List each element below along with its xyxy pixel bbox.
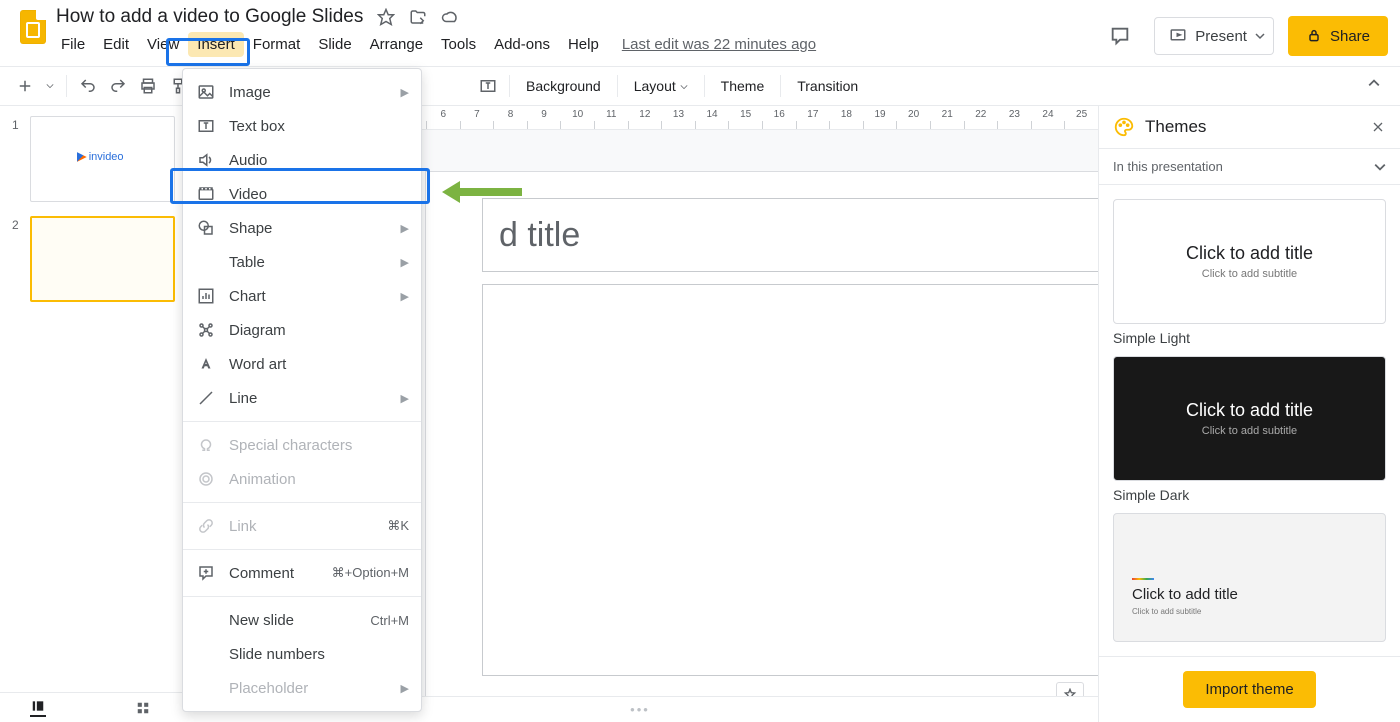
theme-card-simple-dark[interactable]: Click to add title Click to add subtitle	[1113, 356, 1386, 481]
share-label: Share	[1330, 28, 1370, 45]
insert-link: Link ⌘K	[183, 509, 421, 543]
chart-icon	[197, 287, 215, 305]
redo-button[interactable]	[103, 73, 133, 99]
insert-slide-numbers[interactable]: Slide numbers	[183, 637, 421, 671]
last-edit-link[interactable]: Last edit was 22 minutes ago	[622, 36, 816, 53]
menu-tools[interactable]: Tools	[432, 32, 485, 57]
themes-panel: Themes In this presentation Click to add…	[1098, 106, 1400, 722]
move-to-folder-icon[interactable]	[409, 8, 427, 26]
open-comments-icon[interactable]	[1100, 18, 1140, 54]
new-slide-button[interactable]	[10, 73, 40, 99]
insert-special-characters: Special characters	[183, 428, 421, 462]
theme-label: Simple Dark	[1113, 487, 1386, 503]
import-theme-button[interactable]: Import theme	[1183, 671, 1315, 708]
slide[interactable]: d title	[426, 172, 1098, 702]
doc-title[interactable]: How to add a video to Google Slides	[56, 6, 363, 28]
filmstrip-view-button[interactable]	[30, 699, 46, 717]
menu-insert[interactable]: Insert	[188, 32, 244, 57]
theme-card-simple-light[interactable]: Click to add title Click to add subtitle	[1113, 199, 1386, 324]
invideo-logo-icon: invideo	[77, 151, 124, 163]
menu-help[interactable]: Help	[559, 32, 608, 57]
slide-number: 1	[12, 116, 22, 202]
share-button[interactable]: Share	[1288, 16, 1388, 56]
print-button[interactable]	[133, 73, 163, 99]
drag-handle-icon[interactable]: •••	[630, 702, 650, 717]
image-icon	[197, 83, 215, 101]
slides-logo-icon[interactable]	[20, 10, 46, 44]
audio-icon	[197, 151, 215, 169]
insert-shape[interactable]: Shape▶	[183, 211, 421, 245]
wordart-icon	[197, 355, 215, 373]
menu-addons[interactable]: Add-ons	[485, 32, 559, 57]
slide-body-placeholder[interactable]	[482, 284, 1098, 676]
slide-title-placeholder[interactable]: d title	[482, 198, 1098, 272]
insert-textbox[interactable]: Text box	[183, 109, 421, 143]
comment-icon	[197, 564, 215, 582]
grid-view-button[interactable]	[136, 701, 150, 715]
link-icon	[197, 517, 215, 535]
menu-slide[interactable]: Slide	[309, 32, 360, 57]
insert-diagram[interactable]: Diagram	[183, 313, 421, 347]
chevron-down-icon	[1374, 161, 1386, 173]
present-options-button[interactable]	[1248, 17, 1274, 55]
cloud-status-icon[interactable]	[441, 8, 459, 26]
insert-placeholder: Placeholder▶	[183, 671, 421, 705]
annotation-arrow-icon	[442, 181, 522, 203]
filmstrip: 1 invideo 2	[0, 106, 182, 722]
filmstrip-slide[interactable]: 2	[0, 216, 181, 316]
insert-new-slide[interactable]: New slide Ctrl+M	[183, 603, 421, 637]
menu-edit[interactable]: Edit	[94, 32, 138, 57]
accent-bar-icon	[1132, 578, 1154, 580]
insert-comment[interactable]: Comment ⌘+Option+M	[183, 556, 421, 590]
menu-arrange[interactable]: Arrange	[361, 32, 432, 57]
menu-file[interactable]: File	[52, 32, 94, 57]
toolbar-transition[interactable]: Transition	[787, 74, 868, 98]
insert-wordart[interactable]: Word art	[183, 347, 421, 381]
palette-icon	[1113, 116, 1135, 138]
toolbar-layout[interactable]: Layout	[624, 74, 698, 98]
insert-textbox-button[interactable]	[473, 73, 503, 99]
themes-section-toggle[interactable]: In this presentation	[1099, 148, 1400, 185]
slide-thumbnail[interactable]: invideo	[30, 116, 175, 202]
toolbar-background[interactable]: Background	[516, 74, 611, 98]
insert-video[interactable]: Video	[183, 177, 421, 211]
present-label: Present	[1195, 28, 1247, 45]
insert-line[interactable]: Line▶	[183, 381, 421, 415]
slide-number: 2	[12, 216, 22, 302]
insert-chart[interactable]: Chart▶	[183, 279, 421, 313]
app-header: How to add a video to Google Slides File…	[0, 0, 1400, 66]
insert-animation: Animation	[183, 462, 421, 496]
menu-view[interactable]: View	[138, 32, 188, 57]
video-icon	[197, 185, 215, 203]
theme-label: Simple Light	[1113, 330, 1386, 346]
menubar: File Edit View Insert Format Slide Arran…	[52, 32, 816, 57]
close-panel-button[interactable]	[1370, 119, 1386, 135]
new-slide-menu-button[interactable]	[40, 78, 60, 94]
toolbar-theme[interactable]: Theme	[711, 74, 775, 98]
menu-format[interactable]: Format	[244, 32, 310, 57]
insert-image[interactable]: Image▶	[183, 75, 421, 109]
omega-icon	[197, 436, 215, 454]
collapse-toolbar-button[interactable]	[1368, 77, 1380, 89]
filmstrip-view-controls	[0, 692, 182, 722]
insert-dropdown: Image▶ Text box Audio Video Shape▶ Table…	[182, 68, 422, 712]
themes-title: Themes	[1145, 117, 1206, 137]
textbox-icon	[197, 117, 215, 135]
line-icon	[197, 389, 215, 407]
theme-card-streamline[interactable]: Click to add title Click to add subtitle	[1113, 513, 1386, 642]
insert-audio[interactable]: Audio	[183, 143, 421, 177]
slide-thumbnail-selected[interactable]	[30, 216, 175, 302]
insert-table[interactable]: Table▶	[183, 245, 421, 279]
filmstrip-slide[interactable]: 1 invideo	[0, 116, 181, 216]
animation-icon	[197, 470, 215, 488]
star-icon[interactable]	[377, 8, 395, 26]
undo-button[interactable]	[73, 73, 103, 99]
diagram-icon	[197, 321, 215, 339]
shape-icon	[197, 219, 215, 237]
present-button[interactable]: Present	[1154, 17, 1262, 55]
